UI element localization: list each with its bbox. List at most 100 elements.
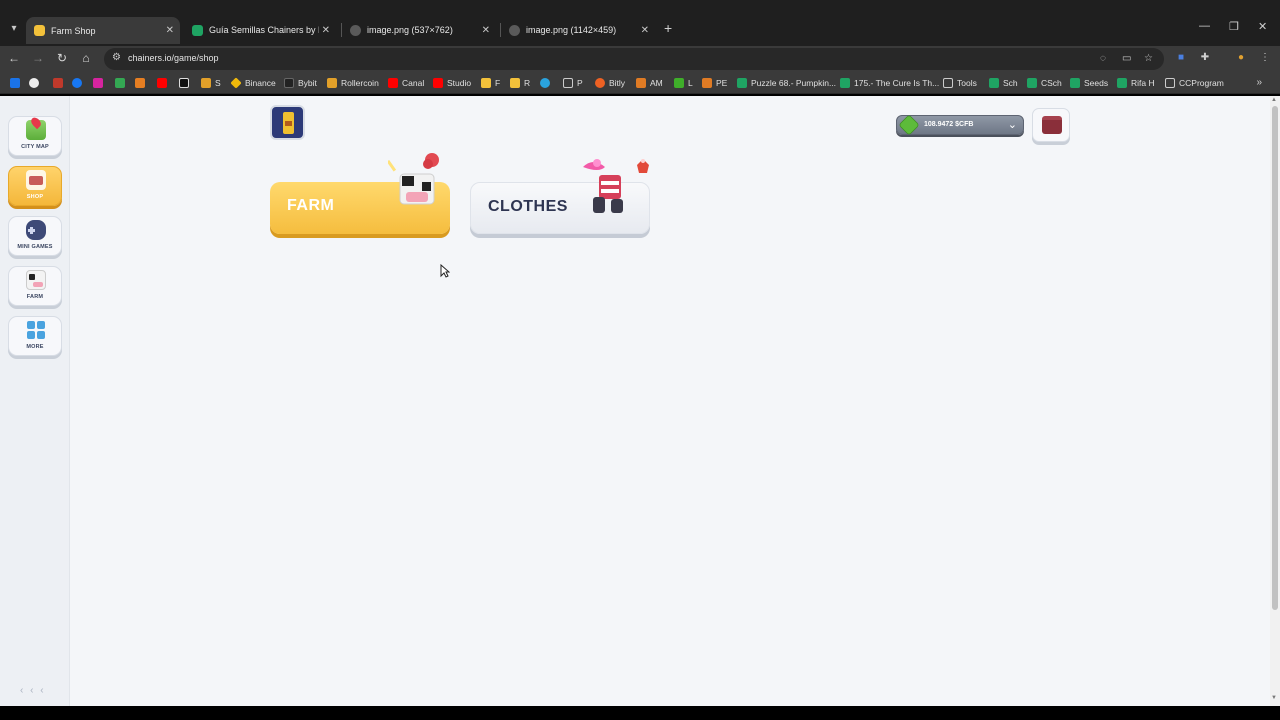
bookmark-seeds[interactable]: Seeds (1070, 76, 1108, 90)
home-icon[interactable]: ⌂ (78, 50, 94, 66)
bookmark-binance[interactable]: Binance (230, 76, 276, 90)
reload-icon[interactable]: ↻ (54, 50, 70, 66)
collapse-sidebar-icon[interactable]: ‹ ‹ ‹ (20, 685, 46, 696)
bookmark-p[interactable]: P (563, 76, 583, 90)
youtube-studio-icon (433, 78, 443, 88)
bookmark-label: Binance (245, 78, 276, 88)
bookmark-x[interactable] (179, 76, 193, 90)
bookmark-rollercoin[interactable]: Rollercoin (327, 76, 379, 90)
site-info-icon[interactable]: ⚙ (112, 52, 124, 64)
bookmark-drive[interactable] (115, 76, 129, 90)
scroll-up-icon[interactable]: ▲ (1271, 97, 1277, 103)
bookmark-label: P (577, 78, 583, 88)
inventory-chest-button[interactable] (1032, 108, 1070, 142)
new-tab-button[interactable]: + (664, 20, 672, 36)
chevron-down-icon: ⌄ (1007, 119, 1017, 131)
grid-icon (26, 320, 46, 340)
browser-nav-bar: ← → ↻ ⌂ ⚙ chainers.io/game/shop ◌ ▭ ☆ ■ … (0, 46, 1280, 72)
tab-title: Guía Semillas Chainers by Piero (209, 25, 319, 35)
bookmark-rifa[interactable]: Rifa H (1117, 76, 1155, 90)
bookmark-label: Rollercoin (341, 78, 379, 88)
sidebar-item-label: SHOP (26, 194, 44, 200)
tab-title: image.png (1142×459) (526, 25, 617, 35)
bookmark-canal[interactable]: Canal (388, 76, 424, 90)
close-tab-icon[interactable]: ✕ (641, 25, 649, 36)
bookmark-studio[interactable]: Studio (433, 76, 471, 90)
cfb-balance-dropdown[interactable]: 108.9472 $CFB ⌄ (896, 114, 1024, 136)
page-scrollbar[interactable]: ▲ ▼ (1270, 96, 1280, 706)
sidebar-item-more[interactable]: MORE (8, 316, 62, 356)
scroll-thumb[interactable] (1272, 106, 1278, 610)
bookmark-facebook[interactable] (72, 76, 86, 90)
bookmark-bitly[interactable]: Bitly (595, 76, 625, 90)
bookmark-telegram[interactable] (540, 76, 554, 90)
install-app-icon[interactable]: ▭ (1122, 53, 1131, 64)
extensions-puzzle-icon[interactable]: ✚ (1198, 51, 1212, 65)
extension-icon[interactable]: ■ (1174, 51, 1188, 65)
tab-image-1[interactable]: image.png (537×762) ✕ (342, 19, 496, 41)
close-tab-icon[interactable]: ✕ (322, 25, 330, 36)
bookmark-instagram[interactable] (93, 76, 107, 90)
bookmark-red[interactable] (53, 76, 67, 90)
more-bookmarks-icon[interactable]: » (1256, 77, 1262, 88)
profile-avatar-icon[interactable]: ● (1234, 51, 1248, 65)
eye-off-icon[interactable]: ◌ (1100, 53, 1106, 64)
facebook-icon (72, 78, 82, 88)
menu-kebab-icon[interactable]: ⋮ (1258, 51, 1272, 65)
sidebar-item-city-map[interactable]: CITY MAP (8, 115, 62, 156)
bookmark-label: CCProgram (1179, 78, 1224, 88)
bookmark-colors[interactable] (135, 76, 149, 90)
category-farm-button[interactable]: FARM (270, 153, 450, 234)
sidebar-item-shop[interactable]: SHOP (8, 166, 62, 206)
bookmark-puzzle[interactable]: Puzzle 68.- Pumpkin... (737, 76, 836, 90)
bookmark-label: S (215, 78, 221, 88)
game-sidebar: CITY MAP SHOP MINI GAMES FARM MORE ‹ ‹ ‹ (0, 96, 70, 706)
category-label: FARM (287, 197, 335, 214)
tab-guia-semillas[interactable]: Guía Semillas Chainers by Piero ✕ (184, 19, 336, 41)
tab-image-2[interactable]: image.png (1142×459) ✕ (501, 19, 655, 41)
folder-icon (563, 78, 573, 88)
shop-cart-icon (26, 170, 46, 190)
bookmark-s[interactable]: S (201, 76, 221, 90)
bookmark-r[interactable]: R (510, 76, 530, 90)
telegram-icon (540, 78, 550, 88)
bookmark-label: Tools (957, 78, 977, 88)
sheets-icon (1070, 78, 1080, 88)
bookmark-ccprogram[interactable]: CCProgram (1165, 76, 1224, 90)
close-tab-icon[interactable]: ✕ (166, 25, 174, 36)
bookmark-github[interactable] (29, 76, 43, 90)
bookmark-label: Puzzle 68.- Pumpkin... (751, 78, 837, 88)
sidebar-item-farm[interactable]: FARM (8, 266, 62, 306)
player-avatar[interactable] (270, 105, 305, 140)
bookmark-csch[interactable]: CSch (1027, 76, 1062, 90)
tab-farm-shop[interactable]: Farm Shop ✕ (26, 17, 180, 44)
scroll-down-icon[interactable]: ▼ (1271, 695, 1277, 701)
forward-icon[interactable]: → (30, 50, 46, 66)
bookmark-bybit[interactable]: Bybit (284, 76, 317, 90)
bookmark-youtube[interactable] (157, 76, 171, 90)
minimize-icon[interactable]: — (1199, 20, 1210, 32)
address-bar[interactable]: ⚙ chainers.io/game/shop ◌ ▭ ☆ (104, 48, 1164, 70)
url-text: chainers.io/game/shop (128, 53, 219, 63)
bookmark-label: PE (716, 78, 728, 88)
sidebar-item-mini-games[interactable]: MINI GAMES (8, 216, 62, 256)
back-icon[interactable]: ← (6, 50, 22, 66)
sidebar-item-label: CITY MAP (21, 144, 49, 150)
restore-icon[interactable]: ❐ (1229, 20, 1239, 33)
bookmark-label: R (524, 78, 531, 88)
close-tab-icon[interactable]: ✕ (482, 25, 490, 36)
bookmark-pe[interactable]: PE (702, 76, 727, 90)
bookmark-star-icon[interactable]: ☆ (1144, 53, 1153, 64)
bookmark-tools[interactable]: Tools (943, 76, 977, 90)
bookmark-l[interactable]: L (674, 76, 693, 90)
bookmark-outlook[interactable] (10, 76, 24, 90)
bookmark-am[interactable]: AM (636, 76, 663, 90)
sheets-icon (1117, 78, 1127, 88)
bookmark-cure[interactable]: 175.- The Cure Is Th... (840, 76, 939, 90)
gamepad-icon (26, 220, 46, 240)
category-clothes-button[interactable]: CLOTHES (470, 159, 650, 234)
tab-search-icon[interactable]: ▾ (6, 21, 22, 37)
bookmark-sch[interactable]: Sch (989, 76, 1018, 90)
bookmark-f[interactable]: F (481, 76, 500, 90)
close-window-icon[interactable]: ✕ (1258, 20, 1267, 33)
